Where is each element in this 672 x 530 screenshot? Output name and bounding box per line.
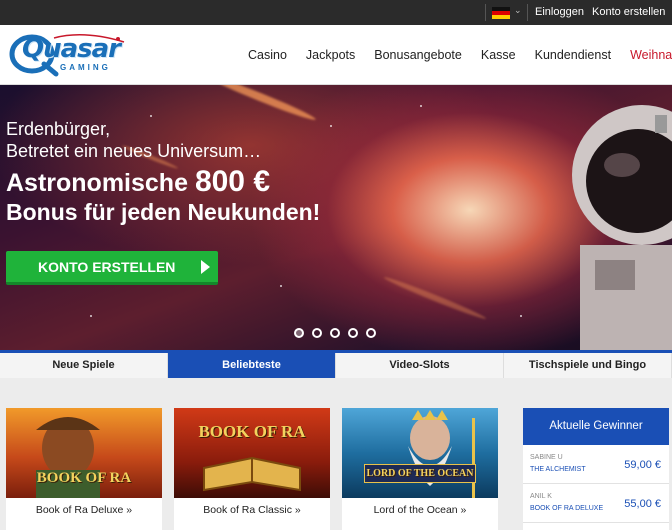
winner-row[interactable]: ANIL K BOOK OF RA DELUXE 55,00 € [523, 484, 669, 523]
hero-headline-prefix: Astronomische [6, 169, 195, 197]
nav-item-support[interactable]: Kundendienst [535, 48, 611, 62]
recent-winners-panel: Aktuelle Gewinner SABINE U THE ALCHEMIST… [523, 408, 669, 530]
decor [90, 315, 92, 317]
game-category-tabs: Neue Spiele Beliebteste Video-Slots Tisc… [0, 350, 672, 378]
winner-row[interactable]: SABINE U THE ALCHEMIST 59,00 € [523, 445, 669, 484]
winner-amount: 59,00 € [624, 459, 661, 471]
game-card[interactable]: BOOK OF RA Book of Ra Deluxe » [6, 408, 162, 530]
decor [420, 105, 422, 107]
decor [150, 115, 152, 117]
divider [485, 4, 486, 21]
astronaut-image [572, 105, 672, 350]
create-account-button[interactable]: KONTO ERSTELLEN [6, 251, 218, 285]
game-title-art: BOOK OF RA [36, 470, 132, 486]
tab-most-popular[interactable]: Beliebteste [168, 353, 336, 378]
main-nav: Casino Jackpots Bonusangebote Kasse Kund… [248, 25, 672, 85]
slider-dot[interactable] [312, 328, 322, 338]
game-thumbnail: BOOK OF RA [6, 408, 162, 498]
winner-amount: 55,00 € [624, 498, 661, 510]
top-utility-bar: ⌄ Einloggen Konto erstellen [0, 0, 672, 25]
nav-item-bonus[interactable]: Bonusangebote [374, 48, 462, 62]
game-title-art: LORD OF THE OCEAN [364, 464, 476, 483]
login-link[interactable]: Einloggen [535, 6, 584, 18]
hero-greeting: Erdenbürger, [6, 119, 111, 139]
nav-item-casino[interactable]: Casino [248, 48, 287, 62]
hero-subtitle: Betretet ein neues Universum… [6, 141, 262, 161]
game-card[interactable]: LORD OF THE OCEAN Lord of the Ocean » [342, 408, 498, 530]
decor [280, 285, 282, 287]
hero-banner: Erdenbürger, Betretet ein neues Universu… [0, 85, 672, 350]
casino-page: ⌄ Einloggen Konto erstellen Quasar GAMIN… [0, 0, 672, 530]
winners-title: Aktuelle Gewinner [523, 408, 669, 445]
logo-wordmark: Quasar [22, 34, 121, 64]
decor [382, 274, 488, 322]
game-thumbnail: BOOK OF RA [174, 408, 330, 498]
slider-dots [294, 328, 384, 338]
game-title-art: BOOK OF RA [198, 422, 306, 441]
game-label: Book of Ra Classic » [203, 504, 301, 516]
nav-item-jackpots[interactable]: Jackpots [306, 48, 355, 62]
nav-item-cashier[interactable]: Kasse [481, 48, 516, 62]
slider-dot[interactable] [294, 328, 304, 338]
winner-name: SABINE U [530, 454, 563, 461]
winner-game[interactable]: THE ALCHEMIST [530, 466, 586, 473]
game-thumbnail: LORD OF THE OCEAN [342, 408, 498, 498]
quasar-gaming-logo[interactable]: Quasar GAMING [6, 30, 138, 82]
nav-item-christmas[interactable]: Weihnachten [630, 48, 672, 62]
germany-flag-icon[interactable] [492, 7, 510, 19]
game-label: Lord of the Ocean » [373, 504, 467, 516]
winner-name: ANIL K [530, 493, 552, 500]
cta-label: KONTO ERSTELLEN [38, 259, 176, 275]
slider-dot[interactable] [366, 328, 376, 338]
slider-dot[interactable] [330, 328, 340, 338]
slider-dot[interactable] [348, 328, 358, 338]
decor [202, 85, 318, 124]
play-arrow-icon [201, 260, 210, 274]
decor [520, 315, 522, 317]
game-label: Book of Ra Deluxe » [35, 504, 133, 516]
tab-new-games[interactable]: Neue Spiele [0, 353, 168, 378]
decor [330, 125, 332, 127]
site-header: Quasar GAMING Casino Jackpots Bonusangeb… [0, 25, 672, 85]
create-account-link[interactable]: Konto erstellen [592, 6, 665, 18]
chevron-down-icon[interactable]: ⌄ [514, 5, 522, 16]
tab-video-slots[interactable]: Video-Slots [336, 353, 504, 378]
hero-bonus-text: Bonus für jeden Neukunden! [6, 199, 321, 225]
winner-game[interactable]: BOOK OF RA DELUXE [530, 505, 603, 512]
hero-headline: Astronomische 800 € [6, 165, 270, 199]
logo-subtitle: GAMING [60, 63, 111, 72]
game-card[interactable]: BOOK OF RA Book of Ra Classic » [174, 408, 330, 530]
poseidon-illustration [408, 410, 475, 498]
tab-table-games[interactable]: Tischspiele und Bingo [504, 353, 672, 378]
hero-bonus-amount: 800 € [194, 165, 271, 198]
divider [527, 4, 528, 21]
